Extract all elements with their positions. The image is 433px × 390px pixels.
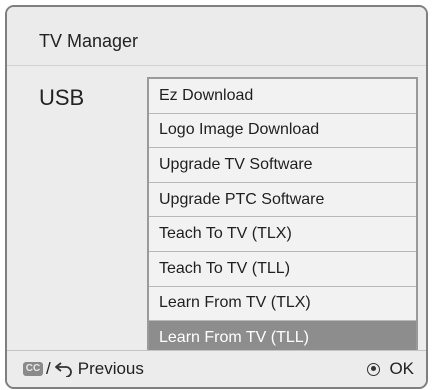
footer-bar: CC / Previous OK xyxy=(7,350,426,387)
usb-options-menu: Ez Download Logo Image Download Upgrade … xyxy=(147,77,418,358)
tv-manager-dialog: TV Manager USB Ez Download Logo Image Do… xyxy=(5,5,428,389)
ok-label: OK xyxy=(389,359,414,378)
menu-item-teach-to-tv-tll[interactable]: Teach To TV (TLL) xyxy=(149,252,416,287)
cc-icon: CC xyxy=(23,362,43,376)
menu-item-teach-to-tv-tlx[interactable]: Teach To TV (TLX) xyxy=(149,217,416,252)
menu-item-upgrade-tv-software[interactable]: Upgrade TV Software xyxy=(149,148,416,183)
menu-item-learn-from-tv-tlx[interactable]: Learn From TV (TLX) xyxy=(149,287,416,322)
menu-item-upgrade-ptc-software[interactable]: Upgrade PTC Software xyxy=(149,183,416,218)
menu-item-ez-download[interactable]: Ez Download xyxy=(149,79,416,114)
footer-separator: / xyxy=(46,359,51,378)
back-arrow-icon xyxy=(54,361,74,378)
dialog-title: TV Manager xyxy=(39,31,139,51)
previous-button[interactable]: CC / Previous xyxy=(23,359,144,379)
ok-button[interactable]: OK xyxy=(367,359,414,379)
menu-item-logo-image-download[interactable]: Logo Image Download xyxy=(149,114,416,149)
previous-label: Previous xyxy=(77,359,144,378)
ok-button-icon xyxy=(367,362,381,376)
title-bar: TV Manager xyxy=(7,7,426,66)
section-label-usb: USB xyxy=(39,85,85,110)
